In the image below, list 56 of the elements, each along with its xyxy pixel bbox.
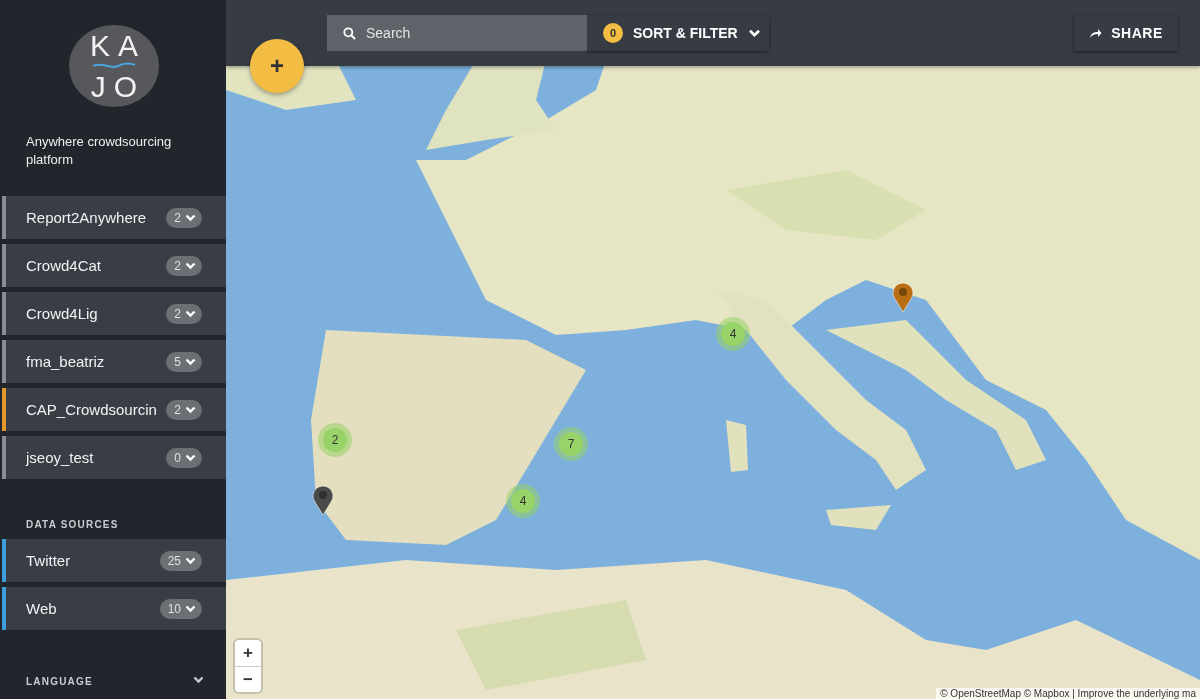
- chevron-down-icon: [747, 28, 761, 38]
- filter-count-badge: 0: [603, 23, 623, 43]
- search-icon: [343, 27, 356, 40]
- chevron-down-icon: [185, 453, 196, 462]
- item-label: Crowd4Lig: [26, 305, 99, 322]
- item-label: fma_beatriz: [26, 353, 106, 370]
- chevron-down-icon: [185, 556, 196, 565]
- cluster-marker[interactable]: 4: [506, 484, 540, 518]
- logo-text: JO: [89, 71, 146, 102]
- item-label: Crowd4Cat: [26, 257, 103, 274]
- count-badge[interactable]: 2: [166, 303, 202, 324]
- chevron-down-icon: [185, 213, 196, 222]
- sort-filter-button[interactable]: 0 SORT & FILTER: [587, 15, 769, 51]
- search-field[interactable]: Search: [327, 15, 587, 51]
- source-item[interactable]: Twitter 25: [2, 539, 226, 582]
- item-label: jseoy_test: [26, 449, 95, 466]
- cluster-marker[interactable]: 2: [318, 423, 352, 457]
- count-badge[interactable]: 5: [166, 351, 202, 372]
- chevron-down-icon: [185, 405, 196, 414]
- item-label: Twitter: [26, 552, 72, 569]
- zoom-in-button[interactable]: +: [235, 640, 261, 666]
- project-item[interactable]: Crowd4Lig 2: [2, 292, 226, 335]
- tagline: Anywhere crowdsourcing platform: [26, 133, 173, 169]
- project-item[interactable]: Report2Anywhere 2: [2, 196, 226, 239]
- chevron-down-icon: [185, 604, 196, 613]
- map-pin-icon[interactable]: [891, 281, 915, 313]
- count-badge[interactable]: 2: [166, 207, 202, 228]
- chevron-down-icon: [193, 676, 204, 684]
- project-item[interactable]: Crowd4Cat 2: [2, 244, 226, 287]
- cluster-marker[interactable]: 4: [716, 317, 750, 351]
- section-heading: DATA SOURCES: [26, 519, 120, 530]
- chevron-down-icon: [185, 261, 196, 270]
- chevron-down-icon: [185, 309, 196, 318]
- cluster-marker[interactable]: 7: [554, 427, 588, 461]
- zoom-out-button[interactable]: −: [235, 666, 261, 692]
- map-pin-icon[interactable]: [311, 484, 335, 516]
- count-badge[interactable]: 2: [166, 255, 202, 276]
- share-button[interactable]: SHARE: [1074, 15, 1178, 51]
- item-label: CAP_Crowdsourcin: [26, 401, 158, 418]
- count-badge[interactable]: 0: [166, 447, 202, 468]
- project-item[interactable]: CAP_Crowdsourcin 2: [2, 388, 226, 431]
- chevron-down-icon: [185, 357, 196, 366]
- item-label: Web: [26, 600, 58, 617]
- logo-text: KA: [89, 30, 146, 61]
- project-item[interactable]: jseoy_test 0: [2, 436, 226, 479]
- share-arrow-icon: [1089, 27, 1103, 39]
- count-badge[interactable]: 25: [159, 550, 202, 571]
- item-label: Report2Anywhere: [26, 209, 148, 226]
- language-selector[interactable]: LANGUAGE: [26, 671, 204, 689]
- count-badge[interactable]: 10: [159, 598, 202, 619]
- project-item[interactable]: fma_beatriz 5: [2, 340, 226, 383]
- source-item[interactable]: Web 10: [2, 587, 226, 630]
- section-heading: LANGUAGE: [26, 676, 93, 687]
- map-attribution: © OpenStreetMap © Mapbox | Improve the underlying ma: [936, 688, 1200, 699]
- count-badge[interactable]: 2: [166, 399, 202, 420]
- wave-icon: [92, 61, 136, 70]
